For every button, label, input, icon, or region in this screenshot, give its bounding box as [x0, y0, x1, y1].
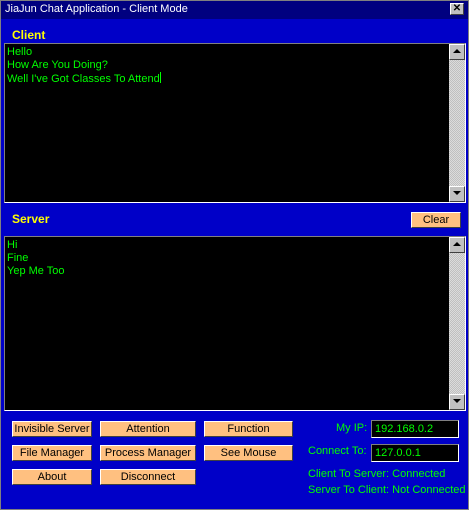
my-ip-field[interactable]: 192.168.0.2 [371, 420, 459, 438]
disconnect-button[interactable]: Disconnect [100, 469, 196, 485]
client-chat-lines: Hello How Are You Doing? Well I've Got C… [7, 46, 161, 86]
chat-line: Well I've Got Classes To Attend [7, 72, 161, 85]
arrow-up-icon [453, 49, 461, 53]
arrow-up-icon [453, 242, 461, 246]
client-to-server-status: Client To Server: Connected [308, 468, 446, 480]
client-label: Client [12, 28, 46, 42]
file-manager-button[interactable]: File Manager [12, 445, 92, 461]
see-mouse-button[interactable]: See Mouse [204, 445, 293, 461]
chat-line: How Are You Doing? [7, 59, 108, 71]
app-window: JiaJun Chat Application - Client Mode ✕ … [0, 0, 469, 510]
scroll-up-button[interactable] [449, 44, 465, 60]
server-label: Server [12, 212, 50, 226]
title-bar[interactable]: JiaJun Chat Application - Client Mode ✕ [1, 1, 468, 19]
arrow-down-icon [453, 399, 461, 403]
chat-line: Hi [7, 239, 18, 251]
scroll-down-button[interactable] [449, 394, 465, 410]
client-scrollbar[interactable] [449, 44, 465, 202]
about-button[interactable]: About [12, 469, 92, 485]
chat-line: Yep Me Too [7, 265, 65, 277]
server-to-client-status: Server To Client: Not Connected [308, 484, 466, 496]
arrow-down-icon [453, 191, 461, 195]
invisible-server-button[interactable]: Invisible Server [12, 421, 92, 437]
scroll-up-button[interactable] [449, 237, 465, 253]
clear-button[interactable]: Clear [411, 212, 461, 228]
process-manager-button[interactable]: Process Manager [100, 445, 196, 461]
attention-button[interactable]: Attention [100, 421, 196, 437]
server-chat-box[interactable]: Hi Fine Yep Me Too [4, 236, 466, 411]
text-caret [159, 72, 161, 83]
close-button[interactable]: ✕ [450, 3, 464, 15]
scroll-down-button[interactable] [449, 186, 465, 202]
chat-line: Fine [7, 252, 29, 264]
server-scrollbar[interactable] [449, 237, 465, 410]
function-button[interactable]: Function [204, 421, 293, 437]
window-title: JiaJun Chat Application - Client Mode [5, 3, 188, 15]
connect-to-label: Connect To: [308, 445, 367, 457]
connect-to-field[interactable]: 127.0.0.1 [371, 444, 459, 462]
my-ip-label: My IP: [336, 422, 368, 434]
server-chat-lines: Hi Fine Yep Me Too [7, 239, 65, 278]
client-chat-box[interactable]: Hello How Are You Doing? Well I've Got C… [4, 43, 466, 203]
chat-line: Hello [7, 46, 33, 58]
